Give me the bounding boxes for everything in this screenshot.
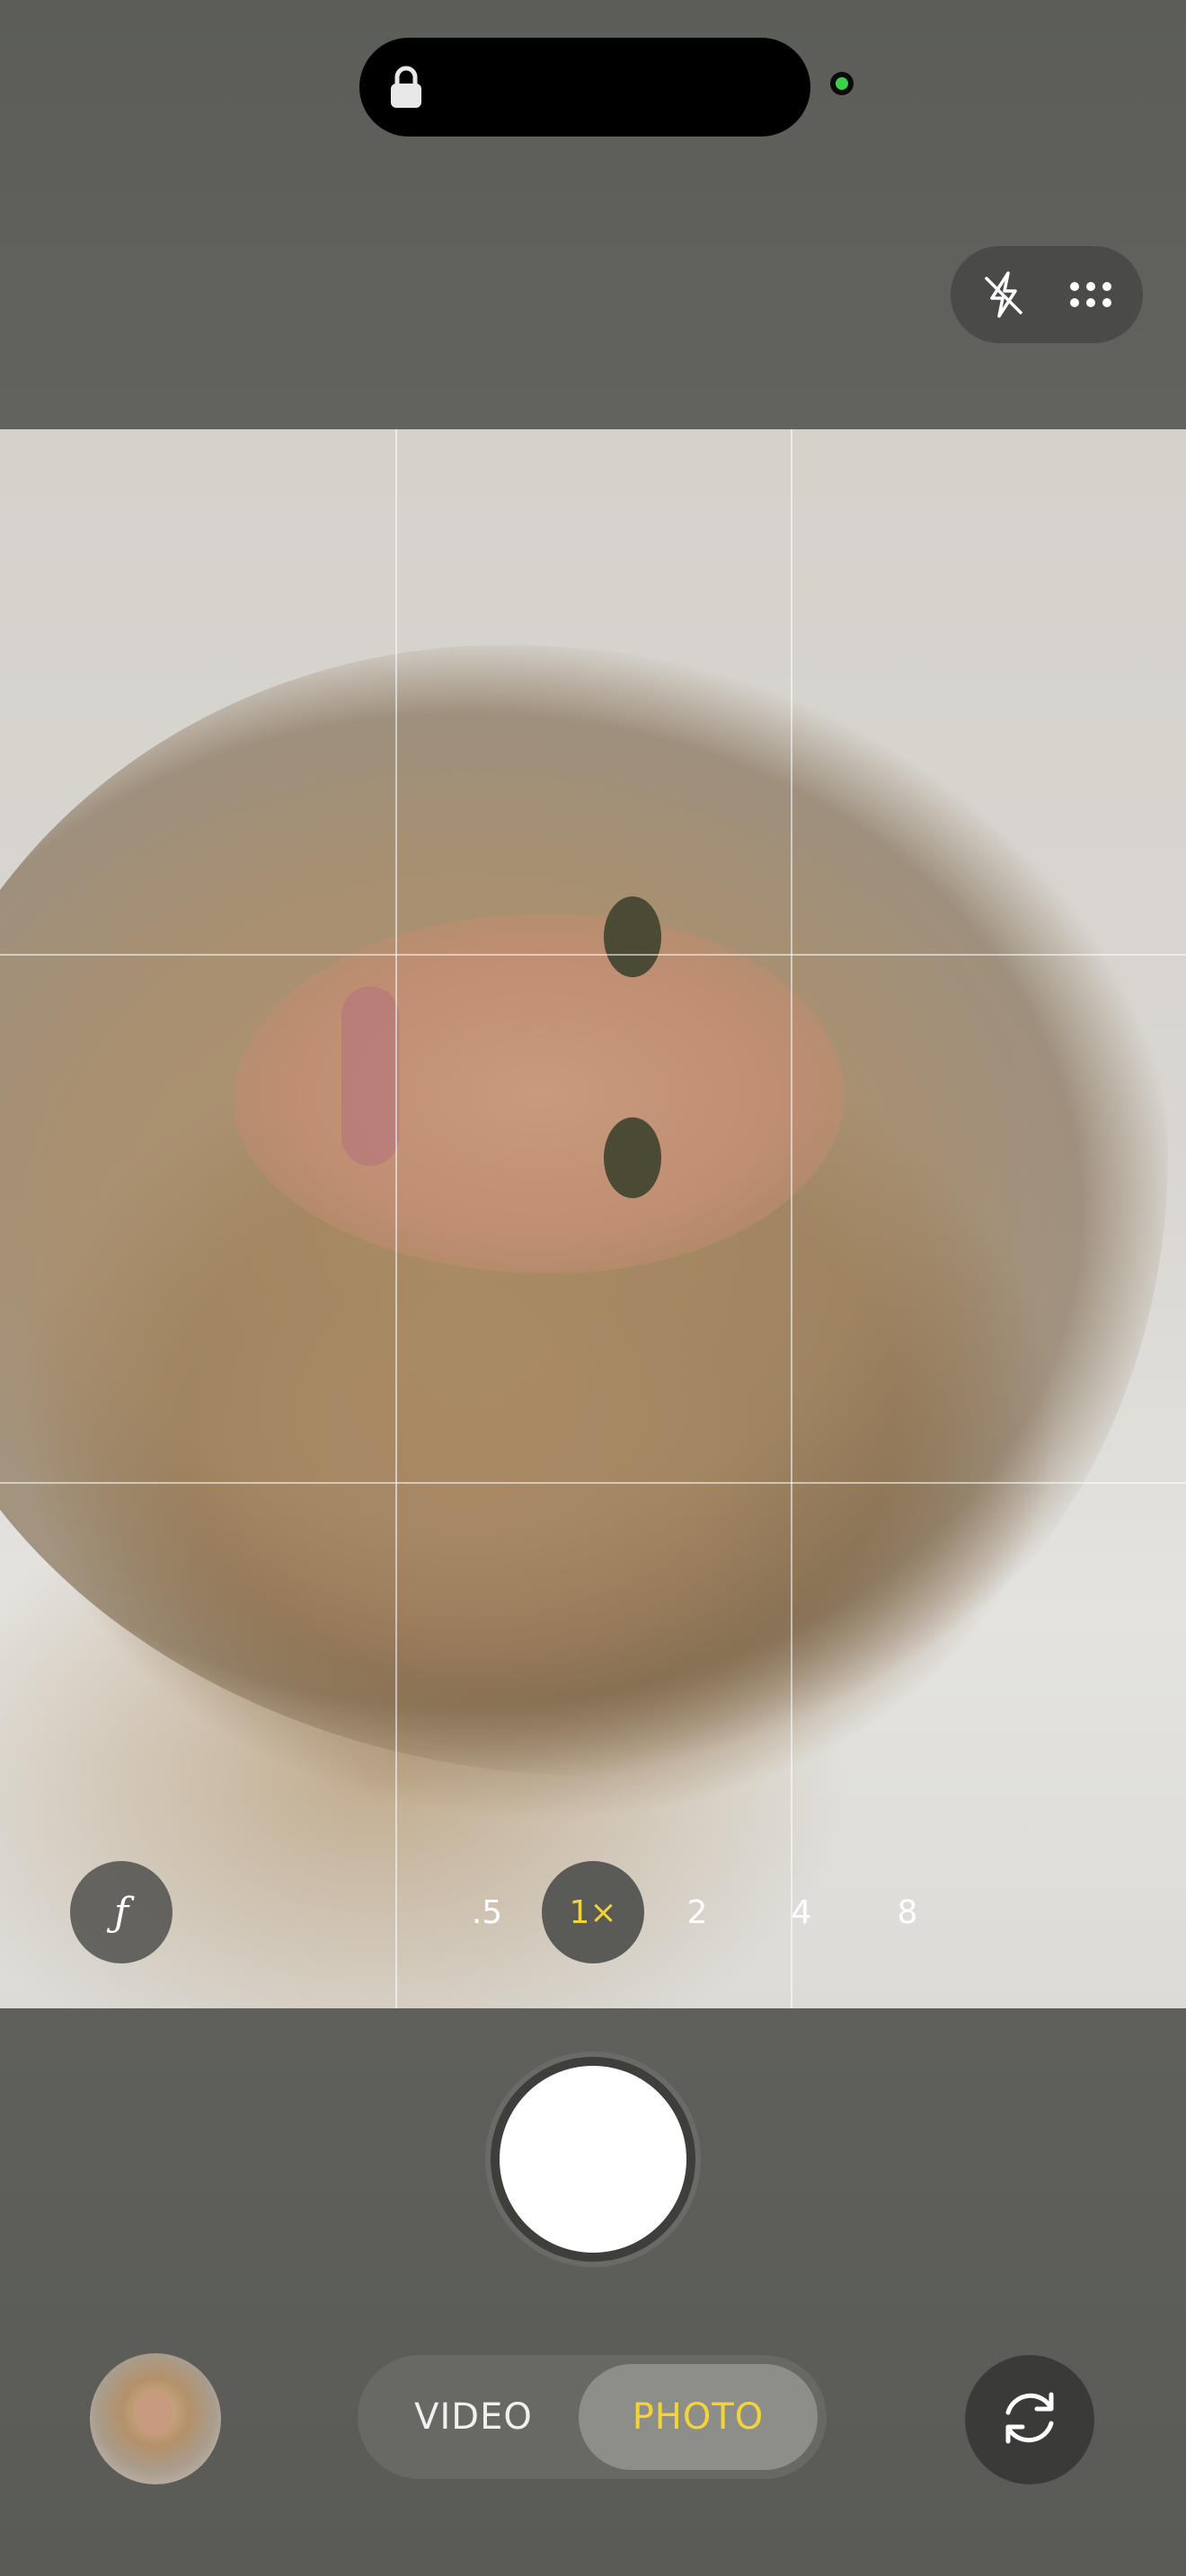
- zoom-selector: .5 1× 2 4 8: [0, 1861, 1186, 1963]
- zoom-option-0-5x[interactable]: .5: [460, 1861, 514, 1963]
- camera-active-indicator: [830, 72, 854, 95]
- switch-camera-icon: [994, 2382, 1066, 2458]
- subject-eye: [604, 896, 661, 977]
- mode-video[interactable]: VIDEO: [358, 2355, 589, 2479]
- zoom-option-2x[interactable]: 2: [670, 1861, 724, 1963]
- mode-photo[interactable]: PHOTO: [579, 2364, 818, 2470]
- subject-face: [234, 914, 845, 1274]
- lock-icon: [388, 65, 424, 110]
- zoom-option-4x[interactable]: 4: [774, 1861, 828, 1963]
- grid-line-horizontal: [0, 1482, 1186, 1484]
- gallery-thumbnail[interactable]: [90, 2353, 221, 2484]
- zoom-option-8x[interactable]: 8: [881, 1861, 934, 1963]
- subject-eye: [604, 1117, 661, 1198]
- zoom-option-1x[interactable]: 1×: [542, 1861, 644, 1963]
- camera-viewfinder[interactable]: [0, 429, 1186, 2008]
- mode-selector: VIDEO PHOTO: [358, 2355, 827, 2479]
- flash-off-icon[interactable]: [977, 268, 1031, 322]
- shutter-button[interactable]: [500, 2066, 686, 2253]
- grid-line-horizontal: [0, 954, 1186, 956]
- grid-line-vertical: [395, 429, 397, 2008]
- thumbnail-face: [137, 2389, 173, 2436]
- subject-lips: [341, 986, 399, 1166]
- switch-camera-button[interactable]: [965, 2355, 1094, 2484]
- more-grid-icon[interactable]: [1064, 268, 1118, 322]
- dynamic-island: [359, 38, 810, 137]
- top-controls-pill: [951, 246, 1143, 343]
- grid-line-vertical: [791, 429, 792, 2008]
